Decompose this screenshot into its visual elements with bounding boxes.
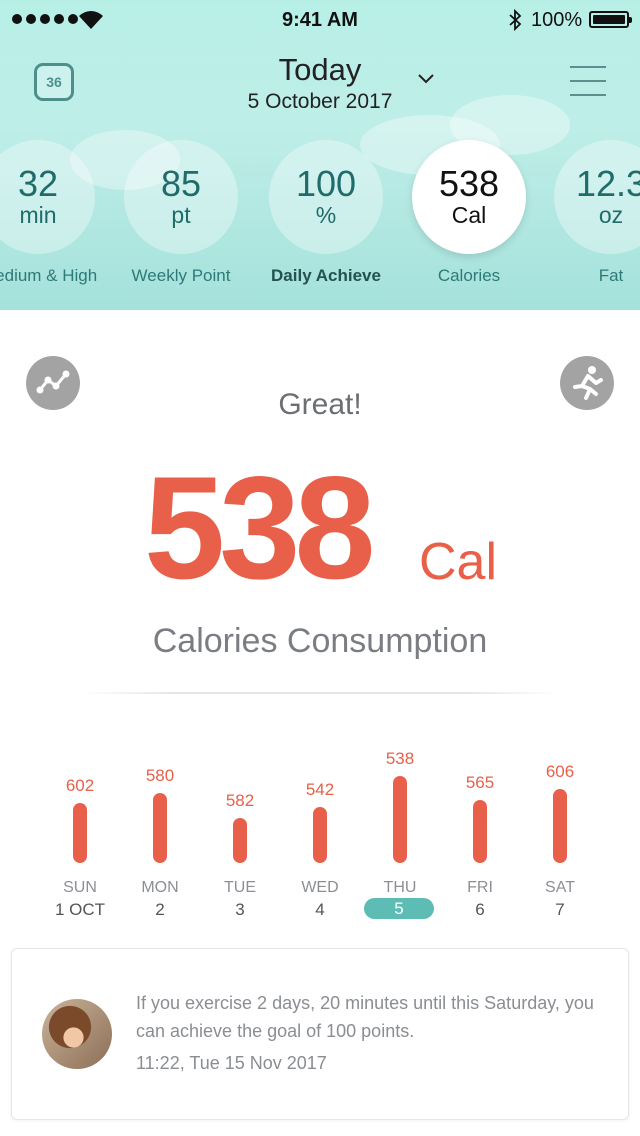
metric-value: 538 (438, 163, 500, 204)
battery-percentage: 100% (531, 9, 583, 31)
bar (153, 793, 167, 863)
notification-message: If you exercise 2 days, 20 minutes until… (136, 993, 594, 1041)
chart-day-sun[interactable]: 602 SUN 1 OCT (40, 740, 120, 930)
divider (80, 692, 560, 694)
day-name-label: SUN (63, 879, 97, 896)
chevron-down-icon[interactable] (417, 73, 435, 85)
chart-day-sat[interactable]: 606 SAT 7 (520, 740, 600, 930)
rating-text: Great! (278, 388, 362, 421)
metric-fat[interactable]: 12.3 oz Fat (554, 140, 640, 286)
metric-circle: 100 % (269, 140, 383, 254)
selected-date-pill: 5 (364, 898, 434, 919)
chart-day-tue[interactable]: 582 TUE 3 (200, 740, 280, 930)
bar-value-label: 602 (65, 776, 95, 795)
day-name-label: TUE (224, 879, 256, 896)
date-label: 4 (315, 900, 325, 919)
bar-value-label: 538 (385, 749, 415, 768)
metric-intensity[interactable]: 32 min Medium & High (0, 140, 98, 286)
bar (473, 800, 487, 863)
chart-day-mon[interactable]: 580 MON 2 (120, 740, 200, 930)
page-title[interactable]: Today (0, 52, 640, 88)
metric-label: Weekly Point (131, 266, 231, 285)
metric-unit: Cal (451, 202, 487, 228)
day-name-label: THU (383, 879, 417, 896)
day-name-label: MON (141, 879, 179, 896)
metric-circle: 32 min (0, 140, 95, 254)
page-date[interactable]: 5 October 2017 (0, 90, 640, 114)
notification-timestamp: 11:22, Tue 15 Nov 2017 (136, 1053, 327, 1073)
bar-value-label: 542 (305, 780, 335, 799)
metric-circle: 85 pt (124, 140, 238, 254)
avatar (42, 999, 112, 1069)
metric-label: Daily Achieve (271, 266, 381, 285)
bar (393, 776, 407, 863)
metric-value: 100 (295, 163, 357, 204)
bar-value-label: 565 (465, 773, 495, 792)
bar (313, 807, 327, 863)
metric-weekly-point[interactable]: 85 pt Weekly Point (124, 140, 238, 286)
chart-day-fri[interactable]: 565 FRI 6 (440, 740, 520, 930)
metric-circle: 12.3 oz (554, 140, 640, 254)
status-bar: 9:41 AM 100% (0, 0, 640, 40)
metric-label: Medium & High (0, 266, 98, 285)
metric-value: 85 (160, 163, 202, 204)
date-label: 7 (555, 900, 565, 919)
chart-day-thu[interactable]: 538 THU 5 (360, 740, 440, 930)
date-label: 2 (155, 900, 165, 919)
calorie-total: 538 (144, 446, 376, 609)
bar (73, 803, 87, 863)
metric-label: Calories (437, 266, 501, 285)
metric-carousel[interactable]: 32 min Medium & High 85 pt Weekly Point … (0, 140, 640, 290)
date-label: 6 (475, 900, 485, 919)
bar (553, 789, 567, 863)
metric-unit: % (315, 202, 337, 228)
metric-label: Fat (598, 266, 624, 285)
date-label: 1 OCT (54, 900, 106, 919)
metric-unit: min (19, 202, 57, 228)
bluetooth-icon (509, 9, 522, 31)
metric-daily-achieve[interactable]: 100 % Daily Achieve (269, 140, 383, 286)
day-name-label: SAT (545, 879, 575, 896)
bar-value-label: 606 (545, 762, 575, 781)
battery-icon (589, 11, 632, 28)
bar-value-label: 580 (145, 766, 175, 785)
day-name-label: WED (301, 879, 339, 896)
metric-value: 12.3 (575, 163, 640, 204)
header: 9:41 AM 100% 36 Today 5 October 2017 32 … (0, 0, 640, 310)
metric-calories[interactable]: 538 Cal Calories (412, 140, 526, 286)
notification-card[interactable]: If you exercise 2 days, 20 minutes until… (11, 948, 629, 1120)
metric-circle: 538 Cal (412, 140, 526, 254)
bar (233, 818, 247, 863)
date-label: 3 (235, 900, 245, 919)
day-name-label: FRI (467, 879, 493, 896)
hamburger-menu-icon[interactable] (570, 66, 606, 96)
chart-day-wed[interactable]: 542 WED 4 (280, 740, 360, 930)
calorie-caption: Calories Consumption (152, 622, 488, 660)
metric-unit: pt (171, 202, 191, 228)
metric-value: 32 (17, 163, 59, 204)
weekly-calorie-chart: 602 SUN 1 OCT 580 MON 2 582 TUE 3 542 WED 4 538 THU 5 5… (0, 740, 640, 930)
calorie-unit: Cal (419, 533, 498, 591)
bar-value-label: 582 (225, 791, 255, 810)
metric-unit: oz (598, 202, 624, 228)
